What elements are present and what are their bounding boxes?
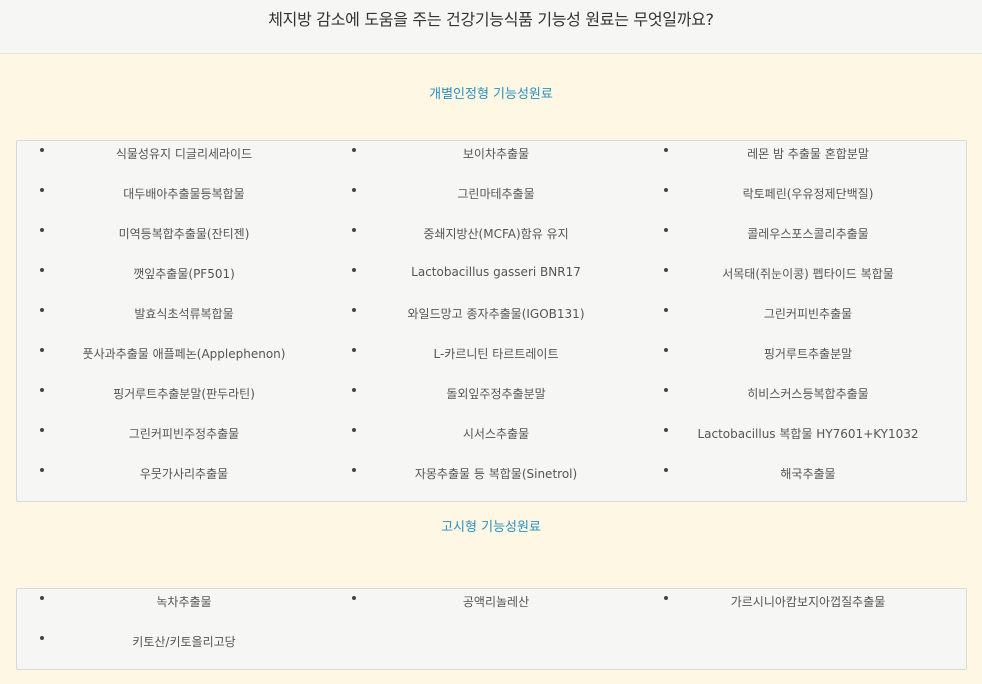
- list-item: 핑거루트추출분말: [641, 341, 953, 381]
- ingredient-label: 그린커피빈추출물: [763, 307, 853, 321]
- ingredient-label: 가르시니아캄보지아껍질추출물: [730, 595, 886, 609]
- list-item: 락토페린(우유정제단백질): [641, 181, 953, 221]
- ingredient-label: Lactobacillus 복합물 HY7601+KY1032: [697, 427, 919, 441]
- list-item: 자몽추출물 등 복합물(Sinetrol): [329, 461, 641, 501]
- list-item: 시서스추출물: [329, 421, 641, 461]
- list-item: 미역등복합추출물(잔티젠): [17, 221, 329, 261]
- ingredient-label: 해국추출물: [780, 467, 836, 481]
- ingredient-label: 대두배아추출물등복합물: [123, 187, 245, 201]
- ingredient-label: 핑거루트추출분말(판두라틴): [113, 387, 255, 401]
- list-item: 대두배아추출물등복합물: [17, 181, 329, 221]
- notified-ingredients-list: 녹차추출물 공액리놀레산 가르시니아캄보지아껍질추출물키토산/키토올리고당: [17, 589, 966, 669]
- section-title-individual: 개별인정형 기능성원료: [429, 87, 553, 102]
- list-item: 해국추출물: [641, 461, 953, 501]
- ingredient-label: 시서스추출물: [462, 427, 530, 441]
- list-item: 핑거루트추출분말(판두라틴): [17, 381, 329, 421]
- section-title-notified: 고시형 기능성원료: [441, 520, 541, 535]
- list-item: 녹차추출물: [17, 589, 329, 629]
- ingredient-label: 우뭇가사리추출물: [139, 467, 229, 481]
- list-item: 레몬 밤 추출물 혼합분말: [641, 141, 953, 181]
- ingredient-label: 레몬 밤 추출물 혼합분말: [747, 147, 869, 161]
- ingredient-label: 중쇄지방산(MCFA)함유 유지: [423, 227, 569, 241]
- ingredient-label: 발효식초석류복합물: [134, 307, 234, 321]
- list-item: 돌외잎주정추출분말: [329, 381, 641, 421]
- ingredient-label: 녹차추출물: [156, 595, 212, 609]
- ingredient-label: 키토산/키토올리고당: [132, 635, 236, 649]
- list-item: 키토산/키토올리고당: [17, 629, 329, 669]
- individual-ingredients-panel: 식물성유지 디글리세라이드 보이차추출물 레몬 밤 추출물 혼합분말대두배아추출물등…: [16, 140, 967, 502]
- ingredient-label: L-카르니틴 타르트레이트: [433, 347, 559, 361]
- list-item: 히비스커스등복합추출물: [641, 381, 953, 421]
- list-item: 풋사과추출물 애플페논(Applephenon): [17, 341, 329, 381]
- list-item: 그린마테추출물: [329, 181, 641, 221]
- ingredient-label: 풋사과추출물 애플페논(Applephenon): [82, 347, 286, 361]
- list-item: Lactobacillus 복합물 HY7601+KY1032: [641, 421, 953, 461]
- ingredient-label: 식물성유지 디글리세라이드: [115, 147, 253, 161]
- list-item: 우뭇가사리추출물: [17, 461, 329, 501]
- ingredient-label: 깻잎추출물(PF501): [133, 267, 235, 281]
- list-item: 공액리놀레산: [329, 589, 641, 629]
- list-item: 발효식초석류복합물: [17, 301, 329, 341]
- ingredient-label: 자몽추출물 등 복합물(Sinetrol): [414, 467, 578, 481]
- ingredient-label: 보이차추출물: [462, 147, 530, 161]
- ingredient-label: 공액리놀레산: [462, 595, 530, 609]
- ingredient-label: 그린커피빈주정추출물: [128, 427, 240, 441]
- individual-ingredients-list: 식물성유지 디글리세라이드 보이차추출물 레몬 밤 추출물 혼합분말대두배아추출물등…: [17, 141, 966, 501]
- ingredient-label: 미역등복합추출물(잔티젠): [118, 227, 250, 241]
- ingredient-label: 와일드망고 종자추출물(IGOB131): [407, 307, 585, 321]
- ingredient-label: 그린마테추출물: [457, 187, 535, 201]
- list-item: 식물성유지 디글리세라이드: [17, 141, 329, 181]
- list-item: 콜레우스포스콜리추출물: [641, 221, 953, 261]
- page-header: 체지방 감소에 도움을 주는 건강기능식품 기능성 원료는 무엇일까요?: [0, 0, 982, 54]
- ingredient-label: 핑거루트추출분말: [763, 347, 853, 361]
- list-item: 가르시니아캄보지아껍질추출물: [641, 589, 953, 629]
- ingredient-label: 콜레우스포스콜리추출물: [747, 227, 869, 241]
- list-item: 중쇄지방산(MCFA)함유 유지: [329, 221, 641, 261]
- ingredient-label: 돌외잎주정추출분말: [446, 387, 546, 401]
- list-item: 깻잎추출물(PF501): [17, 261, 329, 301]
- ingredient-label: 락토페린(우유정제단백질): [742, 187, 874, 201]
- list-item: 서목태(쥐눈이콩) 펩타이드 복합물: [641, 261, 953, 301]
- list-item: L-카르니틴 타르트레이트: [329, 341, 641, 381]
- ingredient-label: 서목태(쥐눈이콩) 펩타이드 복합물: [722, 267, 894, 281]
- ingredient-label: Lactobacillus gasseri BNR17: [411, 265, 581, 279]
- list-item: 그린커피빈주정추출물: [17, 421, 329, 461]
- list-item: Lactobacillus gasseri BNR17: [329, 261, 641, 301]
- list-item: 그린커피빈추출물: [641, 301, 953, 341]
- page-title: 체지방 감소에 도움을 주는 건강기능식품 기능성 원료는 무엇일까요?: [268, 10, 714, 29]
- ingredient-label: 히비스커스등복합추출물: [747, 387, 869, 401]
- list-item: 보이차추출물: [329, 141, 641, 181]
- list-item: 와일드망고 종자추출물(IGOB131): [329, 301, 641, 341]
- notified-ingredients-panel: 녹차추출물 공액리놀레산 가르시니아캄보지아껍질추출물키토산/키토올리고당: [16, 588, 967, 670]
